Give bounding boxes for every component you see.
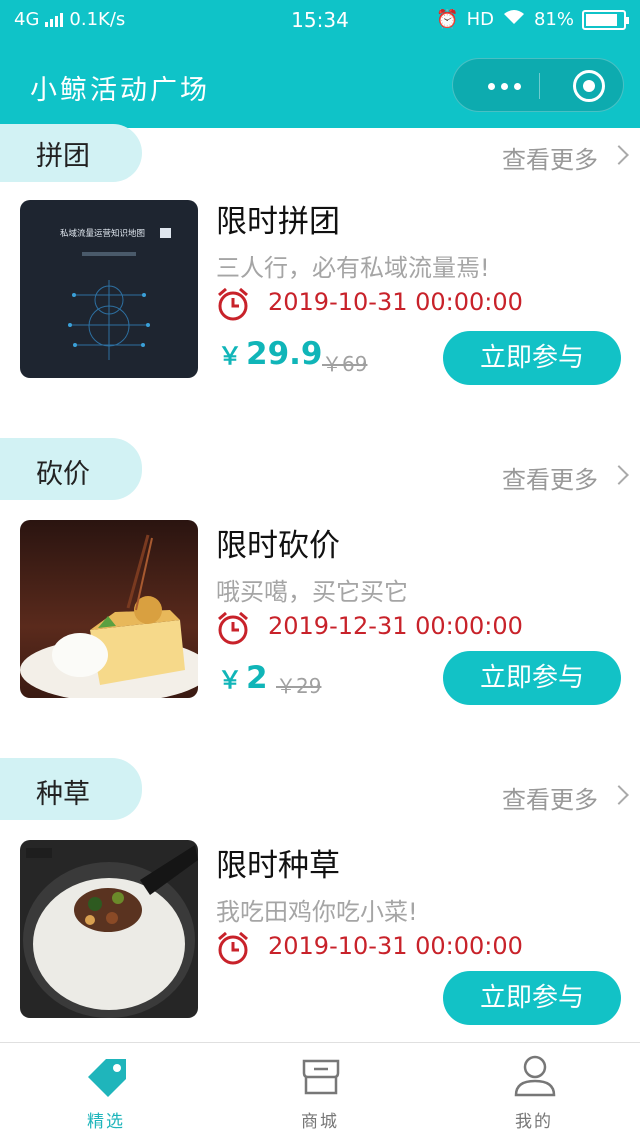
wifi-icon — [502, 8, 526, 31]
section-tab: 拼团 — [0, 124, 142, 182]
product-card[interactable]: 限时种草 我吃田鸡你吃小菜! 2019-10-31 00:00:00 立即参与 — [0, 840, 640, 1025]
product-image — [20, 840, 198, 1018]
product-name: 限时砍价 — [216, 528, 340, 564]
header: 4G 0.1K/s 15:34 ⏰ HD 81% 小鲸活动广场 — [0, 0, 640, 128]
tag-icon — [88, 1059, 126, 1097]
join-now-button[interactable]: 立即参与 — [443, 331, 621, 385]
section-title: 拼团 — [36, 141, 90, 172]
view-more-label: 查看更多 — [502, 466, 598, 494]
user-icon — [514, 1055, 556, 1097]
store-icon — [302, 1059, 340, 1095]
currency-symbol: ￥ — [218, 342, 242, 370]
view-more-link[interactable]: 查看更多 — [502, 140, 629, 175]
product-name: 限时种草 — [216, 848, 340, 884]
currency-symbol: ￥ — [218, 666, 242, 694]
title-bar: 小鲸活动广场 — [0, 40, 640, 128]
tab-label: 我的 — [515, 1112, 553, 1132]
end-date: 2019-10-31 00:00:00 — [268, 288, 523, 316]
original-price: ￥29 — [276, 674, 322, 698]
hd-indicator: HD — [466, 9, 494, 30]
section-title: 砍价 — [36, 459, 90, 490]
product-desc: 我吃田鸡你吃小菜! — [216, 898, 418, 926]
tab-label: 商城 — [301, 1112, 339, 1132]
original-price: ￥69 — [322, 352, 368, 376]
chevron-right-icon — [609, 465, 629, 485]
tab-label: 精选 — [87, 1112, 125, 1132]
product-desc: 哦买噶，买它买它 — [216, 578, 408, 606]
tab-store[interactable]: 商城 — [260, 1043, 380, 1138]
bottom-tab-bar: 精选 商城 我的 — [0, 1042, 640, 1138]
section-group-buy: 拼团 查看更多 私域流量运营知识地图 限时拼团 三人行，必有私域流量焉! 201… — [0, 124, 640, 424]
end-date: 2019-12-31 00:00:00 — [268, 612, 523, 640]
alarm-clock-icon — [218, 931, 248, 965]
product-image — [20, 520, 198, 698]
view-more-label: 查看更多 — [502, 786, 598, 814]
more-menu-icon[interactable] — [471, 59, 537, 113]
chevron-right-icon — [609, 145, 629, 165]
current-price: ￥ 29.9 — [218, 336, 323, 372]
product-card[interactable]: 限时砍价 哦买噶，买它买它 2019-12-31 00:00:00 ￥ 2 ￥29… — [0, 520, 640, 705]
alarm-status-icon: ⏰ — [436, 9, 459, 30]
tab-featured[interactable]: 精选 — [46, 1043, 166, 1138]
page-title: 小鲸活动广场 — [30, 75, 210, 106]
product-image: 私域流量运营知识地图 — [20, 200, 198, 378]
thumb-title: 私域流量运营知识地图 — [60, 228, 145, 239]
product-name: 限时拼团 — [216, 204, 340, 240]
end-date: 2019-10-31 00:00:00 — [268, 932, 523, 960]
section-recommend: 种草 查看更多 限时种草 我吃田鸡你吃小菜! 2019-10-31 00:00:… — [0, 758, 640, 1038]
product-desc: 三人行，必有私域流量焉! — [216, 254, 490, 282]
capsule-divider — [539, 73, 540, 99]
tab-mine[interactable]: 我的 — [474, 1043, 594, 1138]
alarm-clock-icon — [218, 611, 248, 645]
current-price: ￥ 2 — [218, 660, 268, 696]
product-card[interactable]: 私域流量运营知识地图 限时拼团 三人行，必有私域流量焉! 2019-10-31 … — [0, 200, 640, 385]
price-value: 29.9 — [246, 336, 323, 372]
section-title: 种草 — [36, 779, 90, 810]
view-more-link[interactable]: 查看更多 — [502, 460, 629, 495]
section-tab: 砍价 — [0, 438, 142, 500]
join-now-button[interactable]: 立即参与 — [443, 971, 621, 1025]
chevron-right-icon — [609, 785, 629, 805]
alarm-clock-icon — [218, 287, 248, 321]
section-bargain: 砍价 查看更多 限时砍价 哦买噶，买它买它 2019-12-31 00:00:0… — [0, 438, 640, 738]
section-tab: 种草 — [0, 758, 142, 820]
price-value: 2 — [246, 660, 268, 696]
battery-percent: 81% — [533, 9, 574, 30]
view-more-link[interactable]: 查看更多 — [502, 780, 629, 815]
join-now-button[interactable]: 立即参与 — [443, 651, 621, 705]
view-more-label: 查看更多 — [502, 146, 598, 174]
mini-program-capsule — [452, 58, 624, 112]
battery-icon — [582, 9, 629, 30]
status-bar: 4G 0.1K/s 15:34 ⏰ HD 81% — [0, 0, 640, 40]
close-target-icon[interactable] — [573, 70, 605, 102]
